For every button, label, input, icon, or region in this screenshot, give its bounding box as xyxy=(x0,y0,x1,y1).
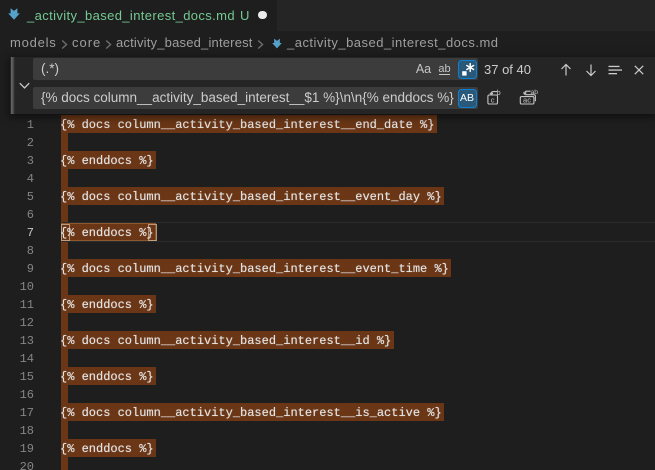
svg-text:ab: ab xyxy=(438,63,450,75)
svg-text:c: c xyxy=(491,95,495,104)
svg-text:ac: ac xyxy=(523,96,531,105)
svg-text:b: b xyxy=(497,89,501,97)
svg-text:ab: ab xyxy=(531,89,539,96)
